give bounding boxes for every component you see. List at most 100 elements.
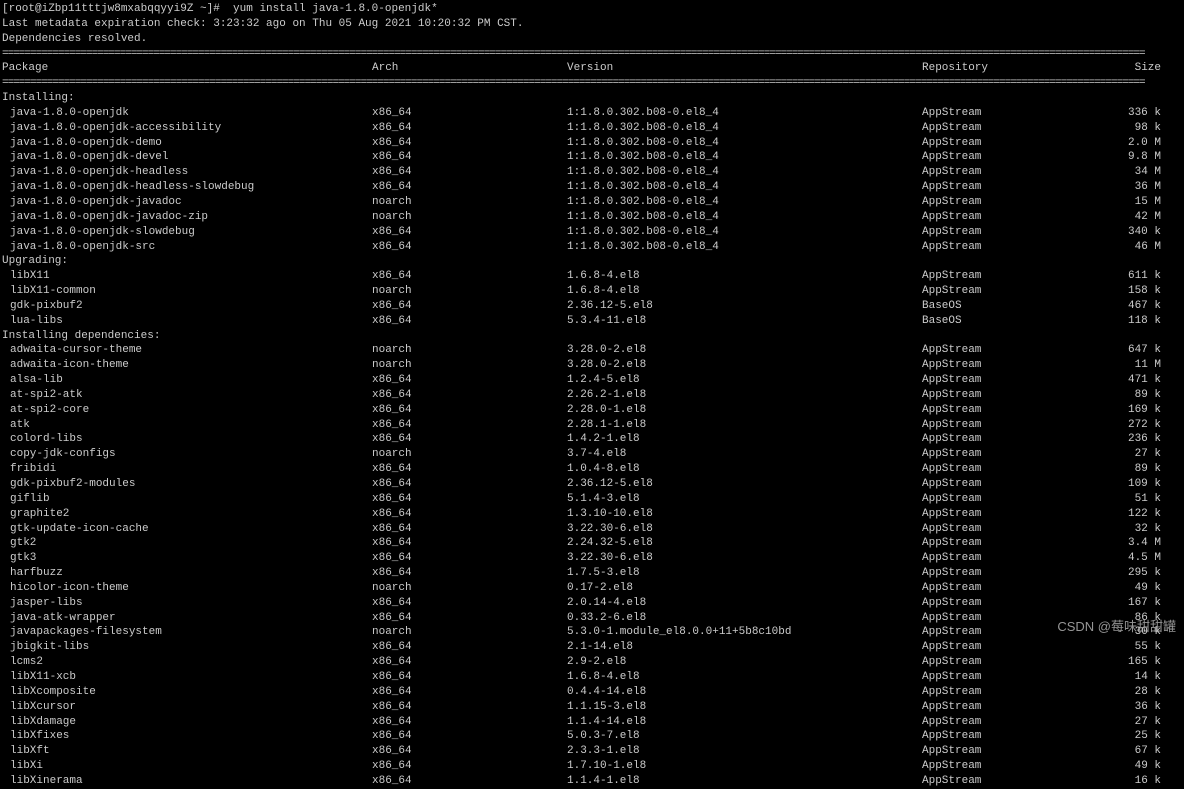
col-arch: x86_64 xyxy=(372,136,567,151)
table-row: jasper-libsx86_642.0.14-4.el8AppStream16… xyxy=(2,596,1182,611)
col-arch: noarch xyxy=(372,358,567,373)
col-size: 118 k xyxy=(1077,314,1167,329)
col-size: 272 k xyxy=(1077,418,1167,433)
col-repo: AppStream xyxy=(922,165,1077,180)
col-version: 1.1.15-3.el8 xyxy=(567,700,922,715)
col-repo: AppStream xyxy=(922,462,1077,477)
col-repo: AppStream xyxy=(922,106,1077,121)
col-package: libXcursor xyxy=(2,700,372,715)
divider-under-header: ========================================… xyxy=(2,76,1182,91)
section-label: Installing: xyxy=(2,91,1182,106)
col-size: 98 k xyxy=(1077,121,1167,136)
table-row: libX11x86_641.6.8-4.el8AppStream611 k xyxy=(2,269,1182,284)
col-size: 15 M xyxy=(1077,195,1167,210)
col-size: 14 k xyxy=(1077,670,1167,685)
col-repo: AppStream xyxy=(922,581,1077,596)
col-size: 611 k xyxy=(1077,269,1167,284)
col-package: adwaita-cursor-theme xyxy=(2,343,372,358)
table-row: gtk-update-icon-cachex86_643.22.30-6.el8… xyxy=(2,522,1182,537)
section-label: Installing dependencies: xyxy=(2,329,1182,344)
col-package: libXfixes xyxy=(2,729,372,744)
col-arch: x86_64 xyxy=(372,150,567,165)
table-row: libXineramax86_641.1.4-1.el8AppStream16 … xyxy=(2,774,1182,789)
header-arch: Arch xyxy=(372,61,567,76)
col-size: 25 k xyxy=(1077,729,1167,744)
col-version: 1.1.4-1.el8 xyxy=(567,774,922,789)
col-size: 36 k xyxy=(1077,700,1167,715)
col-version: 0.33.2-6.el8 xyxy=(567,611,922,626)
header-package: Package xyxy=(2,61,372,76)
col-arch: x86_64 xyxy=(372,373,567,388)
col-repo: AppStream xyxy=(922,195,1077,210)
col-arch: x86_64 xyxy=(372,462,567,477)
col-size: 67 k xyxy=(1077,744,1167,759)
col-version: 1.7.5-3.el8 xyxy=(567,566,922,581)
col-version: 2.9-2.el8 xyxy=(567,655,922,670)
col-package: adwaita-icon-theme xyxy=(2,358,372,373)
table-row: jbigkit-libsx86_642.1-14.el8AppStream55 … xyxy=(2,640,1182,655)
col-package: at-spi2-core xyxy=(2,403,372,418)
col-size: 109 k xyxy=(1077,477,1167,492)
col-size: 11 M xyxy=(1077,358,1167,373)
col-version: 5.1.4-3.el8 xyxy=(567,492,922,507)
col-arch: x86_64 xyxy=(372,121,567,136)
col-repo: AppStream xyxy=(922,729,1077,744)
col-arch: x86_64 xyxy=(372,715,567,730)
section-label: Upgrading: xyxy=(2,254,1182,269)
col-package: jbigkit-libs xyxy=(2,640,372,655)
col-package: libXdamage xyxy=(2,715,372,730)
col-version: 1:1.8.0.302.b08-0.el8_4 xyxy=(567,150,922,165)
col-repo: AppStream xyxy=(922,640,1077,655)
col-repo: AppStream xyxy=(922,358,1077,373)
table-row: java-1.8.0-openjdkx86_641:1.8.0.302.b08-… xyxy=(2,106,1182,121)
col-version: 1:1.8.0.302.b08-0.el8_4 xyxy=(567,210,922,225)
table-row: gdk-pixbuf2x86_642.36.12-5.el8BaseOS467 … xyxy=(2,299,1182,314)
col-repo: AppStream xyxy=(922,625,1077,640)
col-version: 1:1.8.0.302.b08-0.el8_4 xyxy=(567,195,922,210)
package-sections: Installing:java-1.8.0-openjdkx86_641:1.8… xyxy=(2,91,1182,789)
col-arch: x86_64 xyxy=(372,566,567,581)
col-version: 3.22.30-6.el8 xyxy=(567,522,922,537)
col-package: fribidi xyxy=(2,462,372,477)
col-size: 27 k xyxy=(1077,447,1167,462)
col-size: 4.5 M xyxy=(1077,551,1167,566)
col-repo: AppStream xyxy=(922,670,1077,685)
col-arch: x86_64 xyxy=(372,299,567,314)
col-version: 5.0.3-7.el8 xyxy=(567,729,922,744)
table-row: colord-libsx86_641.4.2-1.el8AppStream236… xyxy=(2,432,1182,447)
table-row: fribidix86_641.0.4-8.el8AppStream89 k xyxy=(2,462,1182,477)
table-row: lua-libsx86_645.3.4-11.el8BaseOS118 k xyxy=(2,314,1182,329)
col-package: java-1.8.0-openjdk-demo xyxy=(2,136,372,151)
col-package: java-1.8.0-openjdk-headless-slowdebug xyxy=(2,180,372,195)
col-repo: AppStream xyxy=(922,715,1077,730)
col-package: java-1.8.0-openjdk-src xyxy=(2,240,372,255)
table-row: java-1.8.0-openjdk-demox86_641:1.8.0.302… xyxy=(2,136,1182,151)
col-repo: AppStream xyxy=(922,611,1077,626)
col-package: copy-jdk-configs xyxy=(2,447,372,462)
col-package: libXi xyxy=(2,759,372,774)
col-size: 89 k xyxy=(1077,388,1167,403)
col-arch: x86_64 xyxy=(372,774,567,789)
col-version: 2.28.0-1.el8 xyxy=(567,403,922,418)
col-arch: x86_64 xyxy=(372,403,567,418)
col-repo: AppStream xyxy=(922,685,1077,700)
col-arch: noarch xyxy=(372,447,567,462)
col-repo: AppStream xyxy=(922,492,1077,507)
col-size: 336 k xyxy=(1077,106,1167,121)
col-version: 1.7.10-1.el8 xyxy=(567,759,922,774)
col-arch: x86_64 xyxy=(372,670,567,685)
col-arch: x86_64 xyxy=(372,388,567,403)
col-package: harfbuzz xyxy=(2,566,372,581)
terminal-prompt[interactable]: [root@iZbp11tttjw8mxabqqyyi9Z ~]# yum in… xyxy=(2,2,1182,17)
col-arch: x86_64 xyxy=(372,551,567,566)
col-arch: x86_64 xyxy=(372,180,567,195)
col-arch: x86_64 xyxy=(372,536,567,551)
col-arch: x86_64 xyxy=(372,744,567,759)
col-repo: AppStream xyxy=(922,432,1077,447)
col-version: 2.1-14.el8 xyxy=(567,640,922,655)
col-version: 3.28.0-2.el8 xyxy=(567,343,922,358)
col-package: atk xyxy=(2,418,372,433)
col-arch: x86_64 xyxy=(372,640,567,655)
table-row: java-1.8.0-openjdk-headlessx86_641:1.8.0… xyxy=(2,165,1182,180)
col-repo: AppStream xyxy=(922,343,1077,358)
